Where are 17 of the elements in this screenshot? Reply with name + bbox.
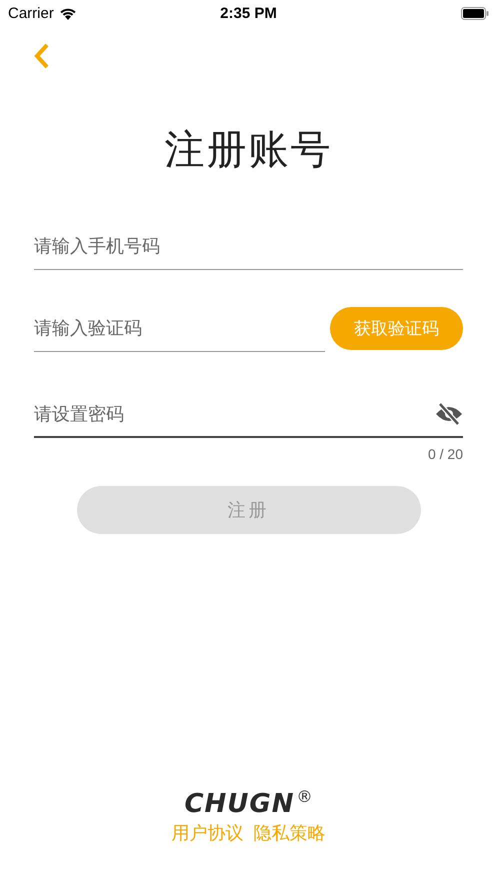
chevron-left-icon <box>34 43 50 69</box>
carrier-name: Carrier <box>8 4 54 22</box>
registered-mark: ® <box>296 789 313 805</box>
code-input[interactable]: 请输入验证码 <box>34 314 325 352</box>
brand-logo: CHUGN <box>184 789 295 819</box>
footer-link[interactable]: 隐私策略 <box>254 821 326 845</box>
battery-icon <box>461 6 489 20</box>
page-title: 注册账号 <box>164 126 332 175</box>
status-time: 2:35 PM <box>219 4 278 22</box>
password-input[interactable]: 请设置密码 <box>34 404 435 424</box>
phone-input[interactable]: 请输入手机号码 <box>34 232 463 270</box>
eye-off-icon[interactable] <box>435 402 463 426</box>
character-counter: 0 / 20 <box>428 446 463 462</box>
register-button: 注册 <box>76 486 420 534</box>
footer-link[interactable]: 用户协议 <box>172 821 244 845</box>
wifi-icon <box>58 6 77 20</box>
get-code-button[interactable]: 获取验证码 <box>330 306 463 350</box>
